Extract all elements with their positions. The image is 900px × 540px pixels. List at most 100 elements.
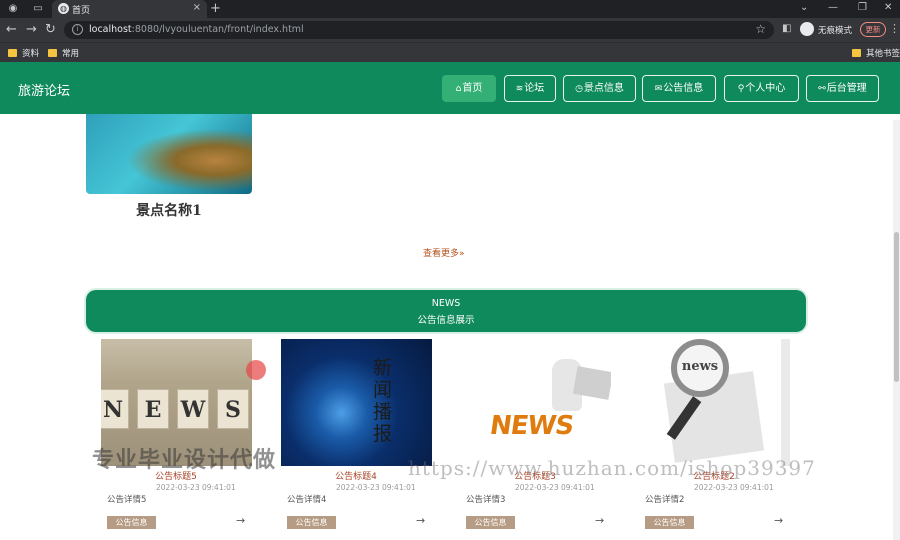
news-date: 2022-03-23 09:41:01	[156, 483, 236, 492]
watermark-left: 专业毕业设计代做	[92, 448, 277, 473]
nav-label: 后台管理	[826, 83, 867, 94]
restore-button[interactable]: ❐	[858, 2, 867, 13]
incognito-icon[interactable]	[800, 22, 814, 36]
bookmarks-bar: 资料 常用 其他书签	[0, 42, 900, 62]
other-bookmarks[interactable]: 其他书签	[852, 47, 900, 59]
scenic-name[interactable]: 景点名称1	[86, 200, 252, 220]
news-date: 2022-03-23 09:41:01	[694, 483, 774, 492]
close-window-button[interactable]: ✕	[884, 2, 892, 13]
scrollbar-thumb[interactable]	[894, 232, 899, 382]
news-card[interactable]: 新闻播报 公告标题4 2022-03-23 09:41:01 公告详情4 公告信…	[266, 339, 432, 539]
user-icon: ⚲	[737, 84, 745, 94]
link-icon: ⚯	[818, 84, 826, 94]
arrow-right-icon[interactable]: →	[416, 514, 425, 527]
back-arrow-icon[interactable]: ←	[6, 22, 17, 38]
folder-icon	[8, 49, 17, 57]
site-header: 旅游论坛 ⌂首页 ≋论坛 ◷景点信息 ✉公告信息 ⚲个人中心 ⚯后台管理	[0, 62, 900, 114]
bookmark-folder-1[interactable]: 资料	[8, 47, 39, 59]
home-icon: ⌂	[455, 84, 462, 94]
news-image-letter: S	[217, 389, 249, 429]
folder-icon	[48, 49, 57, 57]
news-tag[interactable]: 公告信息	[287, 516, 336, 529]
tab-title: 首页	[72, 6, 91, 16]
news-banner-title: NEWS	[431, 298, 461, 309]
news-tag[interactable]: 公告信息	[107, 516, 156, 529]
double-chevron-right-icon: »	[459, 249, 465, 259]
nav-forum-button[interactable]: ≋论坛	[504, 75, 556, 102]
arrow-right-icon[interactable]: →	[236, 514, 245, 527]
bookmark-label: 其他书签	[866, 49, 900, 59]
news-desc: 公告详情2	[645, 495, 685, 505]
incognito-label: 无痕模式	[818, 26, 853, 36]
folder-icon	[852, 49, 861, 57]
clock-icon: ◷	[575, 84, 583, 94]
news-image-word: NEWS	[487, 411, 576, 441]
page-scrollbar[interactable]	[893, 120, 900, 540]
news-tag[interactable]: 公告信息	[466, 516, 515, 529]
more-menu-icon[interactable]: ⋮	[889, 22, 900, 35]
browser-title-bar: ◉ ▭ ◍ 首页 × + ⌄ — ❐ ✕	[0, 0, 900, 18]
nav-profile-button[interactable]: ⚲个人中心	[724, 75, 799, 102]
reload-icon[interactable]: ↻	[45, 22, 56, 38]
news-date: 2022-03-23 09:41:01	[515, 483, 595, 492]
view-more-link[interactable]: 查看更多»	[423, 246, 465, 259]
nav-notice-button[interactable]: ✉公告信息	[642, 75, 716, 102]
new-tab-button[interactable]: +	[210, 1, 221, 16]
watermark-right: https://www.huzhan.com/ishop39397	[408, 456, 816, 480]
layers-icon: ≋	[515, 84, 524, 94]
sidebar-icon[interactable]: ◧	[782, 23, 791, 34]
news-banner: NEWS 公告信息展示	[86, 290, 806, 332]
news-image-letter: W	[177, 389, 209, 429]
image-edge	[781, 339, 790, 466]
nav-admin-button[interactable]: ⚯后台管理	[806, 75, 879, 102]
news-card[interactable]: news 公告标题2 2022-03-23 09:41:01 公告详情2 公告信…	[624, 339, 790, 539]
nav-label: 公告信息	[663, 83, 704, 94]
nav-label: 首页	[462, 83, 483, 94]
arrow-right-icon[interactable]: →	[595, 514, 604, 527]
news-image[interactable]: NEWS	[460, 339, 611, 466]
news-tag[interactable]: 公告信息	[645, 516, 694, 529]
news-image-letter: E	[137, 389, 169, 429]
bookmark-star-icon[interactable]: ☆	[755, 22, 766, 36]
address-bar-row: ← → ↻ i localhost:8080/lvyouluentan/fron…	[0, 18, 900, 42]
url-field[interactable]: i localhost:8080/lvyouluentan/front/inde…	[64, 21, 774, 39]
mouse-cursor-indicator	[246, 360, 266, 380]
url-path: :8080/lvyouluentan/front/index.html	[131, 24, 304, 35]
arrow-right-icon[interactable]: →	[774, 514, 783, 527]
url-text[interactable]: localhost:8080/lvyouluentan/front/index.…	[89, 24, 304, 35]
minimize-button[interactable]: —	[828, 2, 838, 13]
mail-icon: ✉	[654, 84, 663, 94]
news-image[interactable]: news	[639, 339, 790, 466]
chevron-down-icon[interactable]: ⌄	[800, 2, 808, 13]
url-host: localhost	[89, 24, 132, 35]
nav-label: 个人中心	[745, 83, 786, 94]
news-desc: 公告详情5	[107, 495, 147, 505]
news-desc: 公告详情3	[466, 495, 506, 505]
news-date: 2022-03-23 09:41:01	[336, 483, 416, 492]
nav-scenic-button[interactable]: ◷景点信息	[563, 75, 636, 102]
bookmark-folder-2[interactable]: 常用	[48, 47, 79, 59]
news-image[interactable]: 新闻播报	[281, 339, 432, 466]
nav-home-button[interactable]: ⌂首页	[442, 75, 496, 102]
close-icon[interactable]: ×	[193, 2, 201, 13]
browser-profile-icon[interactable]: ◉	[7, 3, 19, 15]
view-more-label: 查看更多	[423, 249, 460, 259]
news-desc: 公告详情4	[287, 495, 327, 505]
news-card[interactable]: N E W S 公告标题5 2022-03-23 09:41:01 公告详情5 …	[86, 339, 252, 539]
news-image-text: 新闻播报	[373, 357, 393, 445]
news-card[interactable]: NEWS 公告标题3 2022-03-23 09:41:01 公告详情3 公告信…	[445, 339, 611, 539]
info-icon[interactable]: i	[72, 24, 83, 35]
browser-tab[interactable]: ◍ 首页 ×	[52, 0, 207, 18]
globe-icon: ◍	[58, 3, 69, 14]
update-button[interactable]: 更新	[860, 22, 886, 37]
tab-search-icon[interactable]: ▭	[32, 3, 44, 15]
site-brand[interactable]: 旅游论坛	[18, 80, 70, 99]
newspaper-shape	[572, 366, 611, 400]
forward-arrow-icon[interactable]: →	[26, 22, 37, 38]
page-content: 景点名称1 查看更多» NEWS 公告信息展示 N E W S 公告标题5 20…	[0, 114, 900, 540]
news-banner-subtitle: 公告信息展示	[417, 315, 475, 326]
scenic-image[interactable]	[86, 114, 252, 194]
nav-label: 景点信息	[583, 83, 624, 94]
bookmark-label: 资料	[22, 49, 40, 59]
nav-label: 论坛	[524, 83, 545, 94]
